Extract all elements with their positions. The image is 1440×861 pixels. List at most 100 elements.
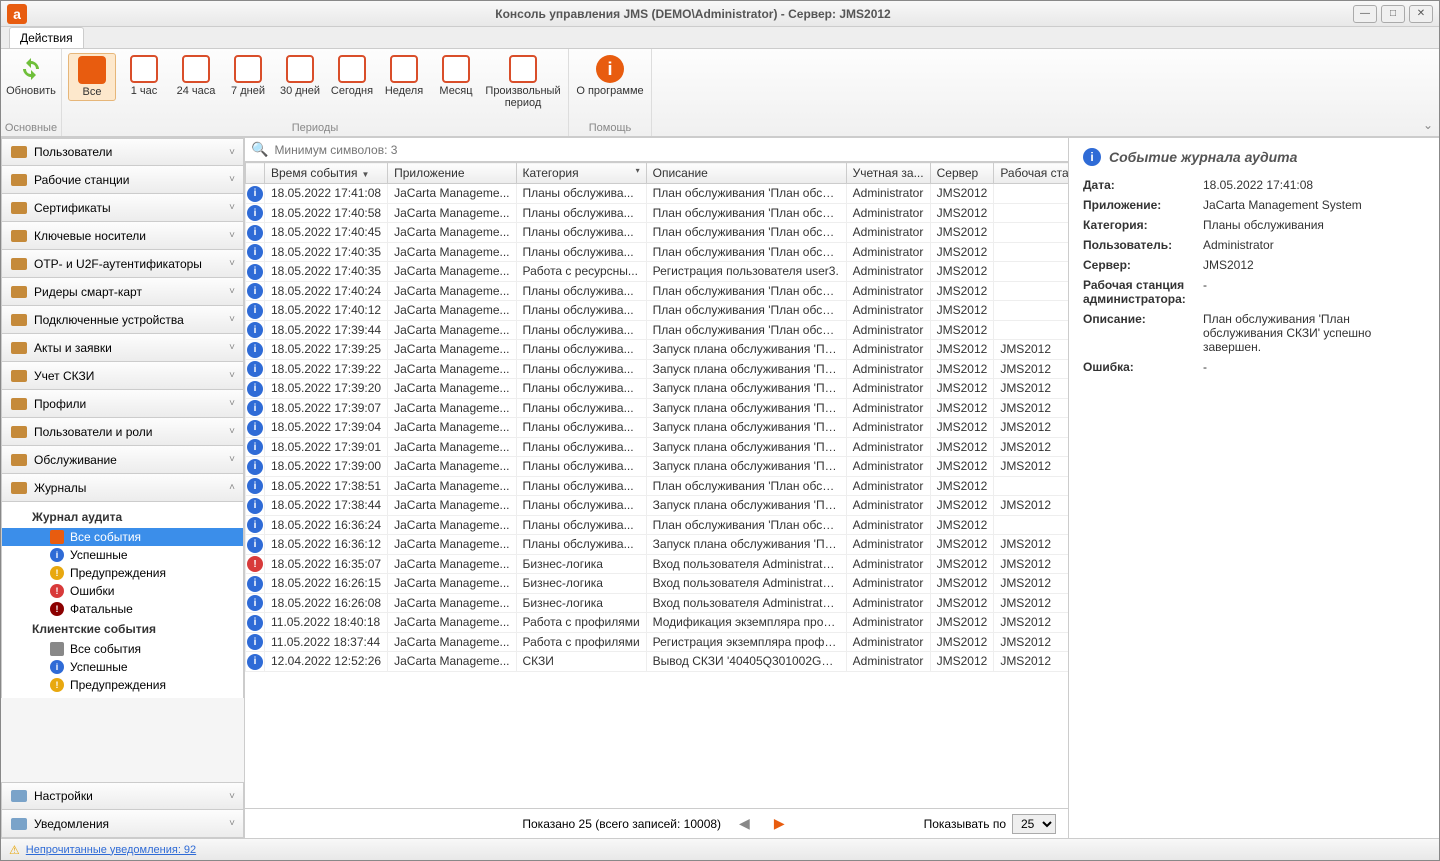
tab-actions[interactable]: Действия [9,27,84,48]
table-row[interactable]: i18.05.2022 17:40:35JaCarta Manageme...П… [246,242,1069,262]
table-row[interactable]: i18.05.2022 17:39:01JaCarta Manageme...П… [246,437,1069,457]
cell-app: JaCarta Manageme... [388,301,516,321]
table-row[interactable]: i18.05.2022 17:39:00JaCarta Manageme...П… [246,457,1069,477]
col-server[interactable]: Сервер [930,163,994,184]
period-30days-button[interactable]: 30 дней [276,53,324,99]
table-row[interactable]: !18.05.2022 16:35:07JaCarta Manageme...Б… [246,554,1069,574]
cell-app: JaCarta Manageme... [388,652,516,672]
grid-scroll[interactable]: Время события▼ПриложениеКатегория▾Описан… [245,162,1068,808]
table-row[interactable]: i18.05.2022 17:40:58JaCarta Manageme...П… [246,203,1069,223]
col-category[interactable]: Категория▾ [516,163,646,184]
col-icon[interactable] [246,163,265,184]
table-row[interactable]: i18.05.2022 17:39:22JaCarta Manageme...П… [246,359,1069,379]
period-24hours-button[interactable]: 24 часа [172,53,220,99]
client-item-2[interactable]: !Предупреждения [2,676,243,694]
table-row[interactable]: i18.05.2022 17:39:04JaCarta Manageme...П… [246,418,1069,438]
cell-category: Работа с профилями [516,632,646,652]
period-today-button[interactable]: Сегодня [328,53,376,99]
col-ws[interactable]: Рабочая ста... [994,163,1068,184]
sidebar-item-skzi[interactable]: Учет СКЗИ˅ [1,362,244,390]
about-button[interactable]: iО программе [575,53,645,99]
sidebar-item-devices[interactable]: Подключенные устройства˅ [1,306,244,334]
cell-server: JMS2012 [930,437,994,457]
minimize-button[interactable]: — [1353,5,1377,23]
client-item-1[interactable]: iУспешные [2,658,243,676]
audit-item-1[interactable]: iУспешные [2,546,243,564]
sidebar-item-journals[interactable]: Журналы˄ [1,474,244,502]
audit-item-0[interactable]: Все события [2,528,243,546]
table-row[interactable]: i18.05.2022 17:38:44JaCarta Manageme...П… [246,496,1069,516]
table-row[interactable]: i18.05.2022 16:26:15JaCarta Manageme...Б… [246,574,1069,594]
sidebar-item-acts[interactable]: Акты и заявки˅ [1,334,244,362]
table-row[interactable]: i18.05.2022 17:41:08JaCarta Manageme...П… [246,184,1069,204]
sidebar-item-usersroles[interactable]: Пользователи и роли˅ [1,418,244,446]
sidebar-item-profiles[interactable]: Профили˅ [1,390,244,418]
col-time[interactable]: Время события▼ [265,163,388,184]
sidebar-item-workstations[interactable]: Рабочие станции˅ [1,166,244,194]
table-row[interactable]: i12.04.2022 12:52:26JaCarta Manageme...С… [246,652,1069,672]
table-row[interactable]: i18.05.2022 17:39:07JaCarta Manageme...П… [246,398,1069,418]
sidebar-item-keys[interactable]: Ключевые носители˅ [1,222,244,250]
table-row[interactable]: i18.05.2022 17:40:45JaCarta Manageme...П… [246,223,1069,243]
sidebar-item-otp[interactable]: OTP- и U2F-аутентификаторы˅ [1,250,244,278]
period-week-label: Неделя [385,85,423,97]
cell-category: Планы обслужива... [516,398,646,418]
table-row[interactable]: i18.05.2022 17:38:51JaCarta Manageme...П… [246,476,1069,496]
col-account[interactable]: Учетная за... [846,163,930,184]
table-row[interactable]: i18.05.2022 16:26:08JaCarta Manageme...Б… [246,593,1069,613]
table-row[interactable]: i18.05.2022 17:39:44JaCarta Manageme...П… [246,320,1069,340]
audit-item-2[interactable]: !Предупреждения [2,564,243,582]
cell-category: Бизнес-логика [516,593,646,613]
ribbon-collapse-button[interactable]: ⌄ [1423,118,1433,132]
cell-desc: Модификация экземпляра профиля '123... [646,613,846,633]
client-item-0[interactable]: Все события [2,640,243,658]
refresh-button[interactable]: Обновить [7,53,55,99]
period-7days-button[interactable]: 7 дней [224,53,272,99]
table-row[interactable]: i18.05.2022 17:40:35JaCarta Manageme...Р… [246,262,1069,282]
table-row[interactable]: i18.05.2022 17:40:24JaCarta Manageme...П… [246,281,1069,301]
col-desc[interactable]: Описание [646,163,846,184]
sidebar-item-notifications[interactable]: Уведомления˅ [1,810,244,838]
cell-desc: Вход пользователя Administrator в конс..… [646,554,846,574]
close-button[interactable]: ✕ [1409,5,1433,23]
sidebar-item-settings[interactable]: Настройки˅ [1,782,244,810]
cell-desc: План обслуживания 'План обслуживани... [646,242,846,262]
details-title: Событие журнала аудита [1109,149,1297,165]
unread-notifications-link[interactable]: Непрочитанные уведомления: 92 [26,844,196,856]
pager-prev-button[interactable]: ◀ [733,815,756,832]
calendar-icon [286,55,314,83]
maximize-button[interactable]: □ [1381,5,1405,23]
pager-next-button[interactable]: ▶ [768,815,791,832]
table-row[interactable]: i18.05.2022 17:39:20JaCarta Manageme...П… [246,379,1069,399]
row-icon-cell: i [246,223,265,243]
table-row[interactable]: i18.05.2022 16:36:12JaCarta Manageme...П… [246,535,1069,555]
col-app[interactable]: Приложение [388,163,516,184]
cell-desc: План обслуживания 'План обслуживани... [646,320,846,340]
table-row[interactable]: i18.05.2022 16:36:24JaCarta Manageme...П… [246,515,1069,535]
page-size-select[interactable]: 25 [1012,814,1056,834]
audit-item-4[interactable]: !Фатальные [2,600,243,618]
sidebar-item-certs[interactable]: Сертификаты˅ [1,194,244,222]
sidebar-item-users[interactable]: Пользователи˅ [1,138,244,166]
period-custom-button[interactable]: Произвольный период [484,53,562,111]
table-row[interactable]: i18.05.2022 17:39:25JaCarta Manageme...П… [246,340,1069,360]
period-all-button[interactable]: Все [68,53,116,101]
sidebar-item-readers[interactable]: Ридеры смарт-карт˅ [1,278,244,306]
cell-account: Administrator [846,203,930,223]
sidebar-item-maint[interactable]: Обслуживание˅ [1,446,244,474]
row-icon-cell: i [246,437,265,457]
table-row[interactable]: i11.05.2022 18:37:44JaCarta Manageme...Р… [246,632,1069,652]
cell-ws [994,515,1068,535]
period-1hour-button[interactable]: 1 час [120,53,168,99]
info-icon: i [247,439,263,455]
period-week-button[interactable]: Неделя [380,53,428,99]
table-row[interactable]: i18.05.2022 17:40:12JaCarta Manageme...П… [246,301,1069,321]
cell-desc: План обслуживания 'План обслуживани... [646,476,846,496]
audit-item-3[interactable]: !Ошибки [2,582,243,600]
nav-leaf-label: Успешные [70,660,128,674]
cell-time: 12.04.2022 12:52:26 [265,652,388,672]
table-row[interactable]: i11.05.2022 18:40:18JaCarta Manageme...Р… [246,613,1069,633]
details-key: Категория: [1083,218,1203,232]
search-input[interactable] [274,143,1062,157]
period-month-button[interactable]: Месяц [432,53,480,99]
